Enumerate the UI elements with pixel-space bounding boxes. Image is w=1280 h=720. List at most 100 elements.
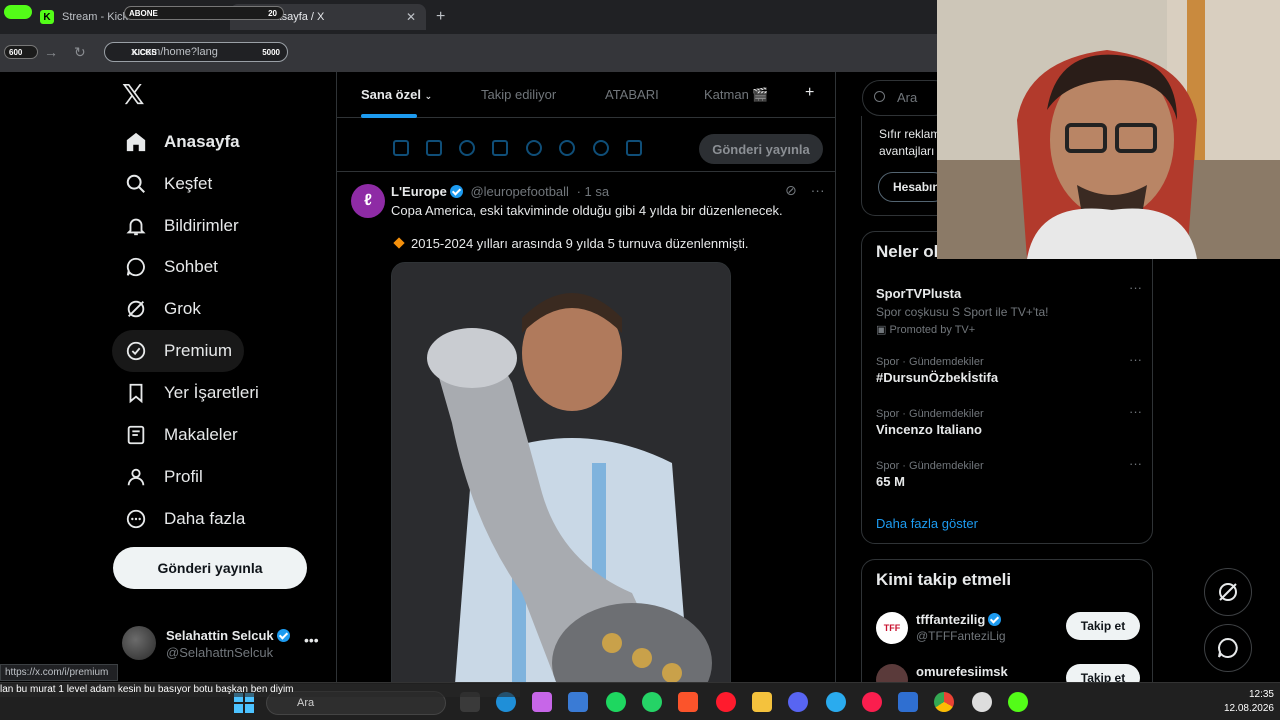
bookmark-icon (124, 381, 148, 405)
more-icon[interactable]: ··· (1129, 456, 1142, 471)
main-timeline: Sana özel ⌄ Takip ediliyor ATABARI Katma… (336, 72, 836, 720)
sidebar-item-bookmarks[interactable]: Yer İşaretleri (112, 372, 271, 414)
tweet-handle[interactable]: @leuropefootball (470, 184, 568, 199)
image-icon[interactable] (393, 140, 409, 156)
tweet-header: L'Europe @leuropefootball · 1 sa (391, 184, 609, 199)
grok-icon (1219, 583, 1237, 601)
sidebar-item-premium[interactable]: Premium (112, 330, 245, 372)
whatsapp-icon[interactable] (642, 692, 662, 712)
chrome-icon[interactable] (934, 692, 954, 712)
x-logo-icon[interactable]: 𝕏 (122, 81, 148, 109)
more-icon[interactable]: ··· (1129, 280, 1142, 295)
sidebar-item-label: Grok (164, 299, 201, 318)
sidebar-item-profile[interactable]: Profil (112, 456, 215, 498)
add-tab-icon[interactable]: + (805, 84, 814, 102)
follow-title: Kimi takip etmeli (876, 570, 1012, 589)
forward-icon[interactable]: → (44, 44, 58, 60)
sidebar-item-label: Premium (164, 341, 233, 360)
flag-icon[interactable] (626, 140, 642, 156)
discord-icon[interactable] (788, 692, 808, 712)
close-tab-icon[interactable]: ✕ (406, 10, 416, 24)
avatar: TFF (876, 612, 908, 644)
emoji-icon[interactable] (526, 140, 542, 156)
account-handle: @SelahattnSelcuk (166, 645, 274, 660)
sidebar-item-label: Bildirimler (164, 216, 239, 235)
composer-post-button[interactable]: Gönderi yayınla (699, 134, 823, 164)
tweet-text: Copa America, eski takviminde olduğu gib… (391, 203, 783, 218)
more-icon[interactable]: ··· (811, 182, 825, 198)
tweet-avatar[interactable]: ℓ (351, 184, 385, 218)
premium-icon (124, 339, 148, 363)
tab-atabari[interactable]: ATABARI (605, 87, 659, 102)
trend-item[interactable]: SporTVPlusta Spor coşkusu S Sport ile TV… (876, 280, 1142, 336)
tab-katman[interactable]: Katman 🎬 (704, 87, 769, 103)
grok-icon[interactable]: ⊘ (785, 182, 797, 198)
sidebar-item-label: Daha fazla (164, 509, 246, 528)
grok-fab-button[interactable] (1204, 568, 1252, 616)
sidebar-item-label: Keşfet (164, 174, 213, 193)
taskbar-app-icon[interactable] (972, 692, 992, 712)
sidebar-item-more[interactable]: Daha fazla (112, 498, 257, 540)
overlay-progress-bar (4, 5, 32, 19)
tab-following[interactable]: Takip ediliyor (481, 87, 556, 102)
composer-toolbar: Gönderi yayınla (337, 118, 835, 172)
opera-icon[interactable] (716, 692, 736, 712)
streamer-webcam (937, 0, 1280, 259)
follow-button[interactable]: Takip et (1066, 612, 1140, 640)
taskbar-app-icon[interactable] (568, 692, 588, 712)
sidebar-item-label: Yer İşaretleri (164, 383, 259, 402)
spotify-icon[interactable] (606, 692, 626, 712)
gif-icon[interactable] (426, 140, 442, 156)
tweet-bullet: 2015-2024 yılları arasında 9 yılda 5 tur… (391, 236, 748, 251)
trend-item[interactable]: Spor · Gündemdekiler 65 M ··· (876, 456, 1142, 489)
more-icon[interactable]: ··· (1129, 404, 1142, 419)
more-icon[interactable]: ··· (1129, 352, 1142, 367)
follow-suggestion[interactable]: TFF tfffantezilig @TFFFanteziLig Takip e… (876, 610, 1142, 650)
trophy-photo (392, 263, 730, 720)
tweet-image[interactable] (391, 262, 731, 720)
tweet-author[interactable]: L'Europe (391, 184, 447, 199)
new-tab-button[interactable]: + (436, 8, 445, 26)
show-more-link[interactable]: Daha fazla göster (876, 516, 978, 531)
tab-for-you[interactable]: Sana özel ⌄ (361, 87, 432, 102)
browser-addressbar: 600 → ↻ x.com/home?lang KICKS 5000 (0, 34, 940, 72)
post-button[interactable]: Gönderi yayınla (113, 547, 307, 589)
promoted-icon: ▣ (876, 324, 887, 336)
sidebar-item-articles[interactable]: Makaleler (112, 414, 250, 456)
kick-icon[interactable] (1008, 692, 1028, 712)
grok-icon[interactable] (459, 140, 475, 156)
more-icon[interactable]: ••• (304, 632, 319, 648)
chevron-down-icon: ⌄ (424, 91, 433, 101)
taskbar-app-icon[interactable] (898, 692, 918, 712)
location-icon[interactable] (593, 140, 609, 156)
copilot-icon[interactable] (532, 692, 552, 712)
reload-icon[interactable]: ↻ (74, 44, 86, 61)
articles-icon (124, 423, 148, 447)
sidebar-item-grok[interactable]: Grok (112, 288, 213, 330)
opera-gx-icon[interactable] (862, 692, 882, 712)
folder-icon[interactable] (752, 692, 772, 712)
sidebar-item-explore[interactable]: Keşfet (112, 163, 224, 205)
overlay-abone: ABONE 20 (124, 6, 284, 20)
sidebar-item-label: Profil (164, 467, 203, 486)
status-url: https://x.com/i/premium (0, 664, 118, 681)
telegram-icon[interactable] (826, 692, 846, 712)
sidebar-item-label: Makaleler (164, 425, 238, 444)
sidebar-item-home[interactable]: Anasayfa (112, 121, 252, 163)
taskbar-clock[interactable]: 12:35 12.08.2026 (1210, 688, 1274, 716)
trend-item[interactable]: Spor · Gündemdekiler #DursunÖzbekİstifa … (876, 352, 1142, 385)
brave-icon[interactable] (678, 692, 698, 712)
poll-icon[interactable] (492, 140, 508, 156)
account-switcher[interactable]: Selahattin Selcuk @SelahattnSelcuk ••• (122, 624, 322, 664)
diamond-icon (393, 237, 405, 249)
sidebar-item-chat[interactable]: Sohbet (112, 246, 230, 288)
bell-icon (124, 214, 148, 238)
stream-chat-line: lan bu murat 1 level adam kesin bu basıy… (0, 684, 520, 697)
trend-item[interactable]: Spor · Gündemdekiler Vincenzo Italiano ·… (876, 404, 1142, 437)
messages-fab-button[interactable] (1204, 624, 1252, 672)
tweet-actions: ⊘ ··· (785, 182, 825, 199)
tweet-time[interactable]: · 1 sa (577, 184, 610, 199)
schedule-icon[interactable] (559, 140, 575, 156)
home-icon (124, 130, 148, 154)
sidebar-item-notifications[interactable]: Bildirimler (112, 205, 251, 247)
